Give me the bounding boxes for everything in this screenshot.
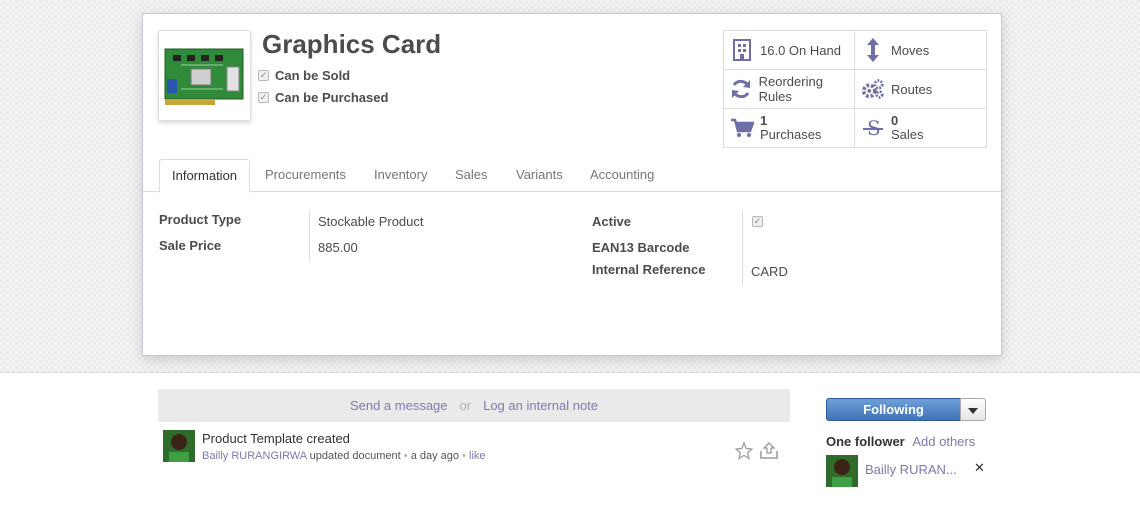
message-author-link[interactable]: Bailly RURANGIRWA bbox=[202, 450, 307, 462]
follower-avatar[interactable] bbox=[826, 455, 858, 487]
meta-dot: • bbox=[403, 450, 408, 462]
message-meta: Bailly RURANGIRWA updated document • a d… bbox=[202, 450, 486, 462]
can-be-sold-checkbox[interactable]: ✓ bbox=[258, 69, 269, 81]
can-be-purchased-row: ✓ Can be Purchased bbox=[258, 88, 388, 106]
smart-buttons: 16.0 On Hand Moves Reordering Rules Rout… bbox=[723, 30, 987, 148]
follow-dropdown-toggle[interactable] bbox=[960, 398, 986, 421]
follower-name-link[interactable]: Bailly RURAN... bbox=[865, 462, 957, 477]
moves-button[interactable]: Moves bbox=[855, 31, 986, 70]
refresh-icon bbox=[730, 77, 753, 101]
product-type-value[interactable]: Stockable Product bbox=[318, 214, 424, 229]
ean13-label: EAN13 Barcode bbox=[592, 240, 690, 255]
reordering-rules-button[interactable]: Reordering Rules bbox=[724, 70, 855, 109]
remove-follower-icon[interactable]: ✕ bbox=[974, 460, 985, 476]
internal-reference-label: Internal Reference bbox=[592, 262, 706, 277]
tab-variants[interactable]: Variants bbox=[504, 159, 575, 192]
routes-label: Routes bbox=[891, 81, 933, 97]
reply-icon[interactable] bbox=[758, 440, 780, 463]
like-link[interactable]: like bbox=[469, 450, 486, 462]
graphics-card-image bbox=[164, 48, 243, 105]
product-title[interactable]: Graphics Card bbox=[262, 29, 441, 60]
purchases-count: 1 bbox=[760, 113, 768, 128]
purchases-button[interactable]: 1 Purchases bbox=[724, 109, 855, 147]
internal-reference-value[interactable]: CARD bbox=[751, 264, 788, 279]
followers-header: One follower Add others bbox=[826, 434, 975, 449]
log-note-link[interactable]: Log an internal note bbox=[483, 398, 598, 413]
field-separator bbox=[309, 210, 310, 262]
avatar[interactable] bbox=[163, 430, 195, 462]
sale-price-label: Sale Price bbox=[159, 238, 222, 253]
sale-price-value[interactable]: 885.00 bbox=[318, 240, 358, 255]
can-be-sold-row: ✓ Can be Sold bbox=[258, 66, 350, 84]
shopping-cart-icon bbox=[730, 116, 754, 140]
active-checkbox[interactable]: ✓ bbox=[752, 216, 763, 227]
on-hand-label: 16.0 On Hand bbox=[760, 42, 841, 58]
field-separator bbox=[742, 210, 743, 286]
notebook-tabs: Information Procurements Inventory Sales… bbox=[143, 159, 1001, 193]
follower-count: One follower bbox=[826, 434, 905, 449]
sales-label: Sales bbox=[891, 127, 924, 142]
routes-button[interactable]: Routes bbox=[855, 70, 986, 109]
sales-text: 0 Sales bbox=[891, 114, 924, 142]
moves-label: Moves bbox=[891, 42, 930, 58]
product-type-label: Product Type bbox=[159, 212, 242, 227]
vertical-arrows-icon bbox=[861, 38, 885, 62]
tab-accounting[interactable]: Accounting bbox=[578, 159, 666, 192]
tab-procurements[interactable]: Procurements bbox=[253, 159, 358, 192]
reordering-rules-label: Reordering Rules bbox=[758, 74, 823, 104]
send-message-link[interactable]: Send a message bbox=[350, 398, 448, 413]
sales-count: 0 bbox=[891, 113, 899, 128]
message-time: a day ago bbox=[410, 450, 460, 462]
building-icon bbox=[730, 38, 754, 62]
chatter-compose-bar: Send a message or Log an internal note bbox=[158, 389, 790, 422]
tab-information[interactable]: Information bbox=[159, 159, 251, 193]
gears-icon bbox=[861, 77, 885, 101]
strikethrough-s-icon: S bbox=[861, 116, 885, 140]
can-be-purchased-label: Can be Purchased bbox=[275, 89, 389, 105]
can-be-sold-label: Can be Sold bbox=[275, 67, 351, 83]
meta-dot: • bbox=[462, 450, 466, 462]
product-image[interactable] bbox=[158, 30, 251, 121]
following-button[interactable]: Following bbox=[826, 398, 961, 421]
purchases-label: Purchases bbox=[760, 127, 822, 142]
sales-button[interactable]: S 0 Sales bbox=[855, 109, 986, 147]
on-hand-button[interactable]: 16.0 On Hand bbox=[724, 31, 855, 70]
or-separator: or bbox=[459, 398, 472, 413]
tab-inventory[interactable]: Inventory bbox=[362, 159, 439, 192]
message-action: updated document bbox=[309, 450, 401, 462]
can-be-purchased-checkbox[interactable]: ✓ bbox=[258, 91, 269, 103]
active-label: Active bbox=[592, 214, 632, 229]
star-icon[interactable] bbox=[734, 441, 754, 463]
tab-sales[interactable]: Sales bbox=[443, 159, 500, 192]
message-title: Product Template created bbox=[202, 431, 350, 446]
purchases-text: 1 Purchases bbox=[760, 114, 821, 142]
add-others-link[interactable]: Add others bbox=[912, 434, 975, 449]
chevron-down-icon bbox=[968, 402, 978, 417]
form-sheet: Graphics Card ✓ Can be Sold ✓ Can be Pur… bbox=[142, 13, 1002, 356]
